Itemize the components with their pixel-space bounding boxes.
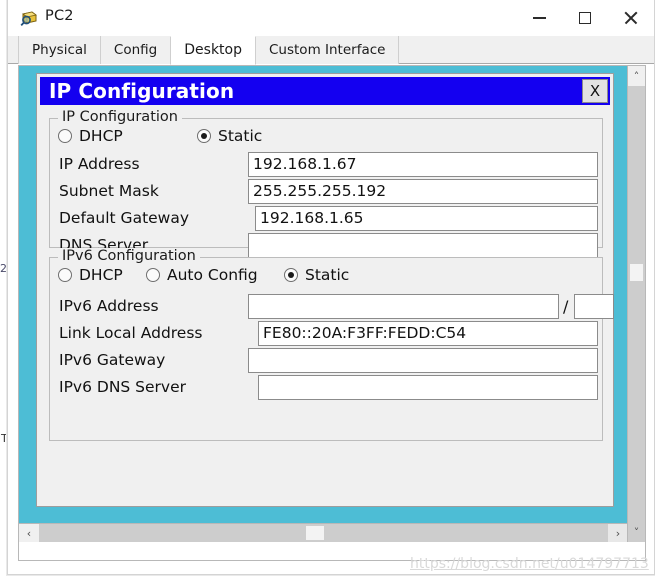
- ipv6-radio-static[interactable]: Static: [284, 266, 349, 284]
- ipv4-dns-server-input[interactable]: [248, 233, 598, 258]
- ipv6-dns-server-input[interactable]: [258, 375, 598, 400]
- minimize-icon[interactable]: [516, 0, 562, 36]
- ipv6-gateway-label: IPv6 Gateway: [59, 351, 166, 369]
- horizontal-scrollbar[interactable]: ‹ ›: [19, 523, 628, 542]
- ipv6-link-local-address-input[interactable]: FE80::20A:F3FF:FEDD:C54: [258, 321, 598, 346]
- ipv6-radio-auto-config-label: Auto Config: [167, 266, 258, 284]
- ipv4-default-gateway-input[interactable]: 192.168.1.65: [255, 206, 598, 231]
- pc2-window: PC2 Physical Config Desktop Custom Inter…: [7, 0, 655, 575]
- window-title: PC2: [45, 8, 74, 24]
- ipv4-ip-address-label: IP Address: [59, 155, 140, 173]
- ipv4-ip-address-row: IP Address 192.168.1.67: [50, 152, 602, 179]
- scroll-down-icon[interactable]: ˅: [628, 522, 645, 542]
- desktop-canvas[interactable]: Dialer Editor Firewall IP: [19, 66, 628, 542]
- ipv4-ip-address-input[interactable]: 192.168.1.67: [248, 152, 598, 177]
- ipv6-radio-dhcp-label: DHCP: [79, 266, 123, 284]
- scroll-left-icon[interactable]: ‹: [19, 524, 39, 542]
- ipv6-prefix-length-input[interactable]: [574, 294, 614, 319]
- ipv6-gateway-row: IPv6 Gateway: [50, 348, 602, 375]
- tab-desktop[interactable]: Desktop: [170, 36, 256, 65]
- radio-circle-icon: [146, 268, 160, 282]
- radio-circle-selected-icon: [284, 268, 298, 282]
- ipv4-default-gateway-label: Default Gateway: [59, 209, 190, 227]
- ipv6-configuration-group: IPv6 Configuration DHCP Auto Config Stat…: [49, 248, 614, 441]
- ipv4-radio-dhcp-label: DHCP: [79, 127, 123, 145]
- ipv4-group-legend: IP Configuration: [58, 109, 182, 125]
- vertical-scrollbar[interactable]: ˄ ˅: [627, 66, 645, 542]
- close-icon[interactable]: [608, 0, 654, 36]
- ip-dialog-title: IP Configuration: [49, 79, 235, 103]
- ipv4-default-gateway-row: Default Gateway 192.168.1.65: [50, 206, 602, 233]
- ipv6-dns-server-row: IPv6 DNS Server: [50, 375, 602, 402]
- ipv6-address-input[interactable]: [248, 294, 559, 319]
- ip-dialog-close-button[interactable]: X: [582, 79, 608, 103]
- ipv4-radio-dhcp[interactable]: DHCP: [58, 127, 123, 145]
- radio-circle-icon: [58, 129, 72, 143]
- ipv6-group-legend: IPv6 Configuration: [58, 248, 200, 264]
- scroll-right-icon[interactable]: ›: [608, 524, 628, 542]
- ipv6-address-row: IPv6 Address /: [50, 294, 614, 321]
- ipv4-configuration-group: IP Configuration DHCP Static IP Address: [49, 109, 603, 258]
- ip-configuration-dialog: IP Configuration X IP Configuration DHCP…: [36, 73, 614, 507]
- radio-circle-icon: [58, 268, 72, 282]
- radio-circle-selected-icon: [197, 129, 211, 143]
- tab-custom-interface[interactable]: Custom Interface: [255, 36, 400, 64]
- ipv6-dns-server-label: IPv6 DNS Server: [59, 378, 187, 396]
- window-title-bar: PC2: [8, 0, 654, 36]
- ipv4-radio-static-label: Static: [218, 127, 263, 145]
- ipv4-subnet-mask-input[interactable]: 255.255.255.192: [248, 179, 598, 204]
- ipv6-address-label: IPv6 Address: [59, 297, 159, 315]
- maximize-icon[interactable]: [562, 0, 608, 36]
- desktop-panel: Dialer Editor Firewall IP: [18, 65, 646, 561]
- ipv6-radio-dhcp[interactable]: DHCP: [58, 266, 123, 284]
- ipv6-radio-static-label: Static: [305, 266, 350, 284]
- ipv6-link-local-row: Link Local Address FE80::20A:F3FF:FEDD:C…: [50, 321, 602, 348]
- ipv6-gateway-input[interactable]: [248, 348, 598, 373]
- tab-physical[interactable]: Physical: [18, 36, 101, 64]
- ipv6-radio-auto-config[interactable]: Auto Config: [146, 266, 258, 284]
- pc-device-icon: [19, 8, 39, 28]
- tab-config[interactable]: Config: [99, 36, 172, 64]
- tab-strip: Physical Config Desktop Custom Interface: [8, 36, 654, 65]
- ipv6-link-local-address-label: Link Local Address: [59, 324, 203, 342]
- ipv4-radio-static[interactable]: Static: [197, 127, 262, 145]
- ip-dialog-title-bar[interactable]: IP Configuration X: [40, 77, 610, 105]
- ipv4-subnet-mask-row: Subnet Mask 255.255.255.192: [50, 179, 602, 206]
- vertical-scroll-thumb[interactable]: [630, 264, 643, 281]
- horizontal-scroll-thumb[interactable]: [306, 526, 324, 540]
- ipv4-subnet-mask-label: Subnet Mask: [59, 182, 159, 200]
- ipv6-prefix-separator: /: [563, 297, 569, 316]
- scroll-up-icon[interactable]: ˄: [628, 66, 645, 86]
